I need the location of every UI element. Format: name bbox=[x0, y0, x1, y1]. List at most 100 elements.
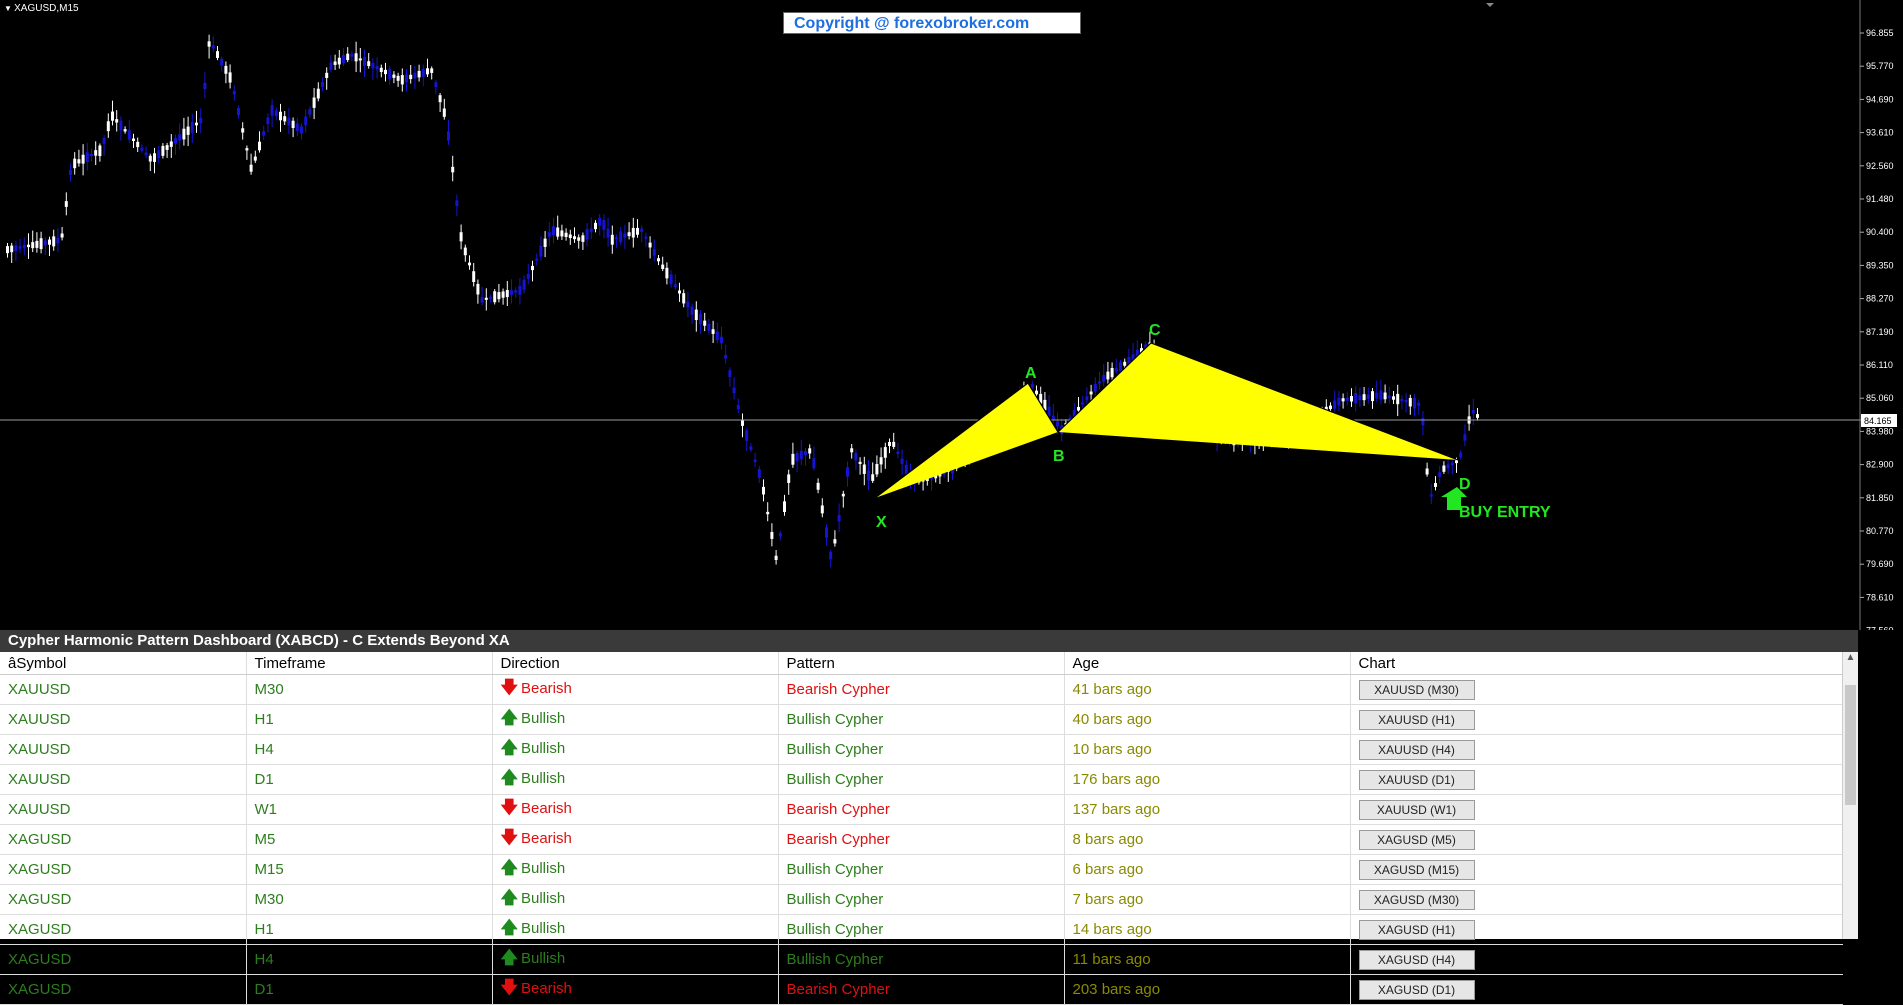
cell-direction: 🡅 Bullish bbox=[491, 764, 778, 795]
open-chart-button[interactable]: XAGUSD (D1) bbox=[1358, 979, 1475, 1000]
price-tick-label: 96.855 bbox=[1866, 28, 1894, 38]
candle-body bbox=[1400, 398, 1404, 402]
candle-body bbox=[1438, 472, 1442, 477]
cell-timeframe: M15 bbox=[245, 854, 492, 885]
open-chart-button[interactable]: XAGUSD (M15) bbox=[1358, 859, 1475, 880]
candle-body bbox=[94, 150, 98, 156]
header-symbol[interactable]: âSymbol bbox=[0, 652, 246, 675]
header-timeframe[interactable]: Timeframe bbox=[245, 652, 492, 675]
table-row[interactable]: XAGUSD M15 🡅 Bullish Bullish Cypher 6 bars ag… bbox=[0, 854, 1843, 885]
candle-body bbox=[1081, 402, 1085, 405]
price-chart[interactable]: 96.855 95.770 94.690 93.610 92.560 91.480 90.4… bbox=[0, 0, 1903, 630]
table-row[interactable]: XAUUSD H4 🡅 Bullish Bullish Cypher 10 bars ag… bbox=[0, 734, 1843, 765]
candle-body bbox=[1392, 396, 1395, 400]
arrow-down-icon: 🡇 bbox=[500, 678, 518, 697]
candle-body bbox=[1404, 399, 1408, 403]
candle-body bbox=[606, 228, 610, 238]
candle-body bbox=[888, 442, 891, 446]
candle-body bbox=[18, 246, 22, 249]
direction-text: Bullish bbox=[520, 920, 566, 937]
candle-body bbox=[1093, 383, 1097, 392]
header-age[interactable]: Age bbox=[1063, 652, 1350, 675]
candle-body bbox=[703, 320, 707, 326]
candle-body bbox=[178, 134, 182, 141]
candle-body bbox=[165, 145, 169, 150]
price-tick-label: 78.610 bbox=[1866, 592, 1894, 602]
table-row[interactable]: XAUUSD W1 🡇 Bearish Bearish Cypher 137 bars a… bbox=[0, 794, 1843, 825]
candle-body bbox=[354, 53, 358, 62]
candle-body bbox=[577, 237, 581, 241]
candle-body bbox=[102, 137, 106, 144]
candle-body bbox=[552, 226, 555, 236]
direction-text: Bearish bbox=[520, 980, 572, 997]
candle-body bbox=[1329, 405, 1332, 410]
cell-chart: XAGUSD (D1) bbox=[1349, 974, 1843, 1005]
candle-body bbox=[631, 227, 635, 238]
table-row[interactable]: XAGUSD H4 🡅 Bullish Bullish Cypher 11 bars ag… bbox=[0, 944, 1843, 975]
candle-body bbox=[384, 69, 387, 75]
candle-body bbox=[1408, 397, 1412, 407]
candle-body bbox=[867, 470, 870, 481]
cell-timeframe: H1 bbox=[245, 914, 492, 945]
open-chart-button[interactable]: XAGUSD (H4) bbox=[1358, 949, 1475, 970]
candle-body bbox=[896, 451, 900, 455]
candle-body bbox=[316, 88, 320, 99]
dashboard-scrollbar[interactable]: ▲ bbox=[1842, 652, 1858, 939]
open-chart-button[interactable]: XAUUSD (H1) bbox=[1358, 709, 1475, 730]
candle-body bbox=[770, 532, 774, 539]
cell-direction: 🡅 Bullish bbox=[491, 704, 778, 735]
arrow-up-icon: 🡅 bbox=[500, 708, 518, 727]
cell-age: 8 bars ago bbox=[1063, 824, 1350, 855]
open-chart-button[interactable]: XAUUSD (W1) bbox=[1358, 799, 1475, 820]
scroll-thumb[interactable] bbox=[1845, 685, 1856, 805]
candle-body bbox=[430, 68, 434, 73]
arrow-up-icon: 🡅 bbox=[500, 738, 518, 757]
table-row[interactable]: XAGUSD H1 🡅 Bullish Bullish Cypher 14 bars ag… bbox=[0, 914, 1843, 945]
candle-body bbox=[1333, 400, 1337, 409]
candle-body bbox=[661, 264, 665, 270]
candle-body bbox=[787, 474, 791, 483]
header-pattern[interactable]: Pattern bbox=[777, 652, 1064, 675]
header-chart[interactable]: Chart bbox=[1349, 652, 1843, 675]
scroll-up-icon[interactable]: ▲ bbox=[1843, 652, 1858, 667]
direction-text: Bullish bbox=[520, 950, 566, 967]
cell-age: 7 bars ago bbox=[1063, 884, 1350, 915]
arrow-down-icon: 🡇 bbox=[500, 798, 518, 817]
candle-body bbox=[568, 234, 572, 239]
table-row[interactable]: XAGUSD M30 🡅 Bullish Bullish Cypher 7 bars ag… bbox=[0, 884, 1843, 915]
table-row[interactable]: XAUUSD H1 🡅 Bullish Bullish Cypher 40 bars ag… bbox=[0, 704, 1843, 735]
candle-body bbox=[1123, 361, 1127, 366]
table-row[interactable]: XAGUSD M5 🡇 Bearish Bearish Cypher 8 bars ago… bbox=[0, 824, 1843, 855]
candle-body bbox=[69, 170, 72, 175]
candle-body bbox=[312, 97, 316, 108]
candle-body bbox=[610, 234, 614, 245]
direction-text: Bullish bbox=[520, 770, 566, 787]
table-row[interactable]: XAUUSD D1 🡅 Bullish Bullish Cypher 176 bars a… bbox=[0, 764, 1843, 795]
symbol-text: XAGUSD,M15 bbox=[14, 3, 79, 14]
candle-body bbox=[157, 150, 161, 159]
open-chart-button[interactable]: XAUUSD (M30) bbox=[1358, 679, 1475, 700]
open-chart-button[interactable]: XAUUSD (D1) bbox=[1358, 769, 1475, 790]
candle-body bbox=[1350, 395, 1353, 402]
candle-body bbox=[1098, 381, 1101, 384]
price-tick-label: 88.270 bbox=[1866, 294, 1894, 304]
open-chart-button[interactable]: XAGUSD (M5) bbox=[1358, 829, 1475, 850]
chart-menu-icon[interactable]: ▼ bbox=[4, 4, 14, 13]
open-chart-button[interactable]: XAUUSD (H4) bbox=[1358, 739, 1475, 760]
table-row[interactable]: XAUUSD M30 🡇 Bearish Bearish Cypher 41 bars a… bbox=[0, 674, 1843, 705]
candlestick-chart[interactable]: 96.855 95.770 94.690 93.610 92.560 91.480 90.4… bbox=[0, 0, 1903, 630]
table-row[interactable]: XAGUSD D1 🡇 Bearish Bearish Cypher 203 bars a… bbox=[0, 974, 1843, 1005]
pattern-label-c: C bbox=[1149, 322, 1161, 339]
candle-body bbox=[816, 482, 820, 490]
open-chart-button[interactable]: XAGUSD (H1) bbox=[1358, 919, 1475, 940]
cell-pattern: Bullish Cypher bbox=[777, 764, 1064, 795]
header-direction[interactable]: Direction bbox=[491, 652, 778, 675]
candle-body bbox=[442, 108, 446, 117]
candle-body bbox=[539, 245, 543, 257]
candle-body bbox=[106, 121, 110, 132]
candle-body bbox=[1463, 434, 1467, 441]
open-chart-button[interactable]: XAGUSD (M30) bbox=[1358, 889, 1475, 910]
candle-body bbox=[846, 467, 849, 477]
price-tick-label: 83.980 bbox=[1866, 426, 1894, 436]
candle-body bbox=[73, 158, 77, 169]
